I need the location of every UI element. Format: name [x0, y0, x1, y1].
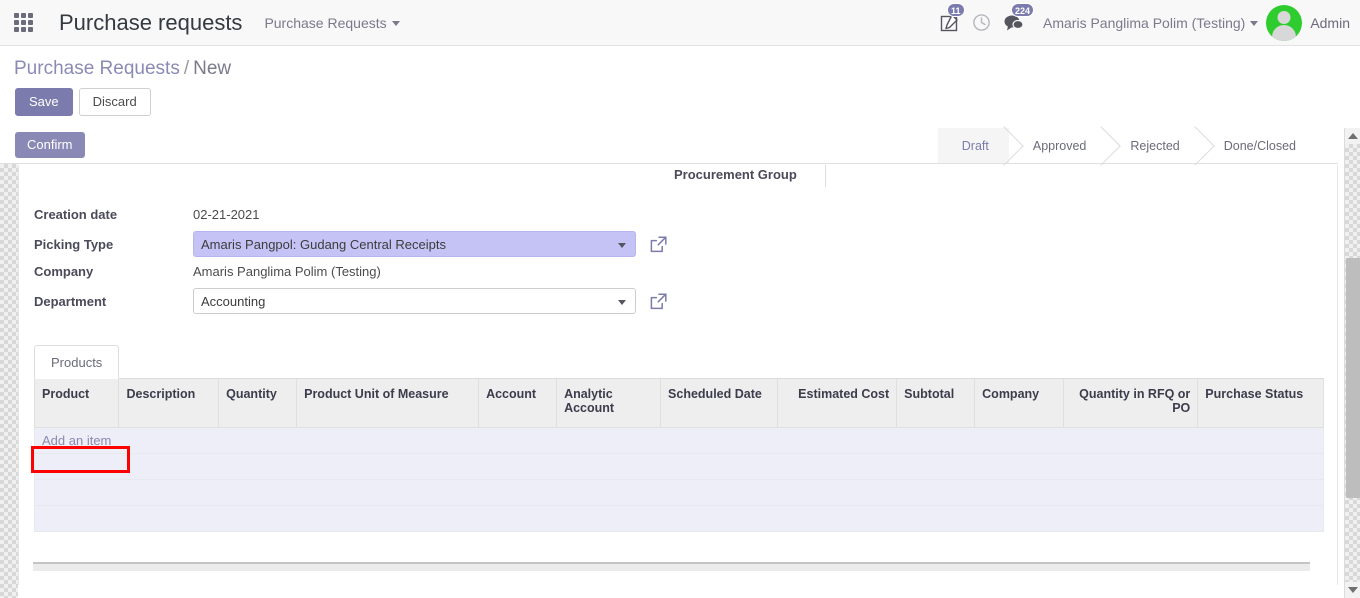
- department-select[interactable]: Accounting: [193, 288, 636, 314]
- activity-badge: 11: [947, 2, 965, 17]
- scroll-up-arrow-icon[interactable]: [1345, 128, 1360, 144]
- user-company-label: Amaris Panglima Polim (Testing): [1043, 14, 1246, 31]
- table-spacer-row: [34, 452, 1324, 480]
- chevron-down-icon: [618, 243, 626, 248]
- stage-label: Draft: [961, 138, 989, 153]
- breadcrumb: Purchase Requests / New: [14, 58, 231, 80]
- add-item-cell[interactable]: Add an item: [34, 426, 1324, 454]
- add-item-link[interactable]: Add an item: [42, 433, 111, 448]
- tab-products-label: Products: [51, 354, 103, 370]
- chevron-down-icon: [391, 21, 400, 27]
- field-label-company: Company: [34, 264, 94, 279]
- products-table: Product Description Quantity Product Uni…: [33, 379, 1324, 532]
- stage-done-closed[interactable]: Done/Closed: [1199, 128, 1316, 163]
- breadcrumb-separator: /: [183, 58, 190, 79]
- record-actions: Save Discard: [15, 88, 151, 116]
- picking-type-value: Amaris Pangpol: Gudang Central Receipts: [201, 236, 446, 252]
- column-scheduled-date[interactable]: Scheduled Date: [660, 379, 779, 428]
- chevron-down-icon: [1250, 21, 1259, 27]
- column-purchase-status[interactable]: Purchase Status: [1197, 379, 1324, 428]
- field-label-department: Department: [34, 293, 107, 309]
- user-company-menu[interactable]: Amaris Panglima Polim (Testing): [1043, 14, 1259, 31]
- control-panel: Purchase Requests / New Save Discard: [0, 46, 1360, 128]
- field-value-creation-date: 02-21-2021: [193, 207, 260, 222]
- stage-label: Approved: [1032, 138, 1087, 153]
- field-label-picking-type: Picking Type: [34, 236, 114, 252]
- save-button[interactable]: Save: [15, 88, 73, 116]
- field-value-company: Amaris Panglima Polim (Testing): [193, 264, 381, 279]
- messages-badge: 224: [1011, 2, 1035, 17]
- nav-menu-purchase-requests[interactable]: Purchase Requests: [264, 14, 400, 31]
- vertical-divider: [825, 165, 826, 187]
- column-quantity[interactable]: Quantity: [218, 379, 298, 428]
- left-gutter: [0, 164, 18, 598]
- avatar: [1266, 4, 1303, 41]
- breadcrumb-root[interactable]: Purchase Requests: [14, 58, 180, 79]
- add-item-row: Add an item: [34, 426, 1324, 454]
- vertical-scrollbar[interactable]: [1344, 128, 1360, 598]
- scroll-down-arrow-icon[interactable]: [1345, 582, 1360, 598]
- column-quantity-in-rfq-or-po[interactable]: Quantity in RFQ or PO: [1062, 379, 1199, 428]
- field-row-company: Company Amaris Panglima Polim (Testing): [34, 260, 668, 283]
- field-row-department: Department Accounting: [34, 286, 668, 316]
- table-tail-row: [34, 504, 1324, 532]
- column-analytic-account[interactable]: Analytic Account: [556, 379, 662, 428]
- apps-grid-icon[interactable]: [0, 0, 46, 46]
- form-sheet: Procurement Group Creation date 02-21-20…: [18, 165, 1338, 585]
- horizontal-scrollbar-track[interactable]: [33, 562, 1310, 571]
- column-subtotal[interactable]: Subtotal: [896, 379, 976, 428]
- navbar-right-group: 11 224 Amaris Panglima Polim (Testing) A…: [933, 0, 1360, 46]
- stage-label: Rejected: [1130, 138, 1180, 153]
- confirm-button[interactable]: Confirm: [15, 132, 85, 158]
- avatar-label: Admin: [1310, 14, 1350, 31]
- table-header-row: Product Description Quantity Product Uni…: [33, 379, 1324, 428]
- user-account-menu[interactable]: Admin: [1266, 4, 1350, 41]
- column-description[interactable]: Description: [118, 379, 220, 428]
- column-product-unit-of-measure[interactable]: Product Unit of Measure: [296, 379, 480, 428]
- column-estimated-cost[interactable]: Estimated Cost: [777, 379, 898, 428]
- stage-label: Done/Closed: [1223, 138, 1296, 153]
- procurement-group-label: Procurement Group: [674, 167, 797, 182]
- app-title: Purchase requests: [59, 9, 243, 35]
- stage-draft[interactable]: Draft: [937, 128, 1009, 163]
- chevron-down-icon: [618, 300, 626, 305]
- tab-strip: Products: [34, 345, 1324, 379]
- field-label-creation-date: Creation date: [34, 207, 118, 222]
- column-account[interactable]: Account: [478, 379, 558, 428]
- column-product[interactable]: Product: [33, 379, 120, 428]
- picking-type-external-link-icon[interactable]: [649, 235, 668, 254]
- table-blank-row[interactable]: [34, 478, 1324, 506]
- nav-menu-label: Purchase Requests: [264, 14, 387, 31]
- activity-edit-icon[interactable]: 11: [933, 0, 965, 46]
- field-row-creation-date: Creation date 02-21-2021: [34, 203, 668, 226]
- messages-icon[interactable]: 224: [997, 0, 1035, 46]
- breadcrumb-current: New: [193, 58, 232, 79]
- tab-products[interactable]: Products: [34, 345, 120, 379]
- department-value: Accounting: [201, 293, 266, 309]
- status-stages: Draft Approved Rejected Done/Closed: [937, 128, 1316, 163]
- scrollbar-thumb[interactable]: [1346, 258, 1360, 498]
- picking-type-select[interactable]: Amaris Pangpol: Gudang Central Receipts: [193, 231, 636, 257]
- form-fields-group: Creation date 02-21-2021 Picking Type Am…: [34, 203, 668, 317]
- statusbar: Confirm Draft Approved Rejected Done/Clo…: [0, 128, 1338, 164]
- discard-button[interactable]: Discard: [78, 88, 151, 116]
- field-row-picking-type: Picking Type Amaris Pangpol: Gudang Cent…: [34, 229, 668, 259]
- department-external-link-icon[interactable]: [649, 292, 668, 311]
- top-navbar: Purchase requests Purchase Requests 11 2…: [0, 0, 1360, 46]
- procurement-group-row: Procurement Group: [19, 165, 1337, 187]
- clock-icon[interactable]: [965, 0, 997, 46]
- column-company[interactable]: Company: [974, 379, 1064, 428]
- notebook: Products Product Description Quantity Pr…: [33, 345, 1324, 532]
